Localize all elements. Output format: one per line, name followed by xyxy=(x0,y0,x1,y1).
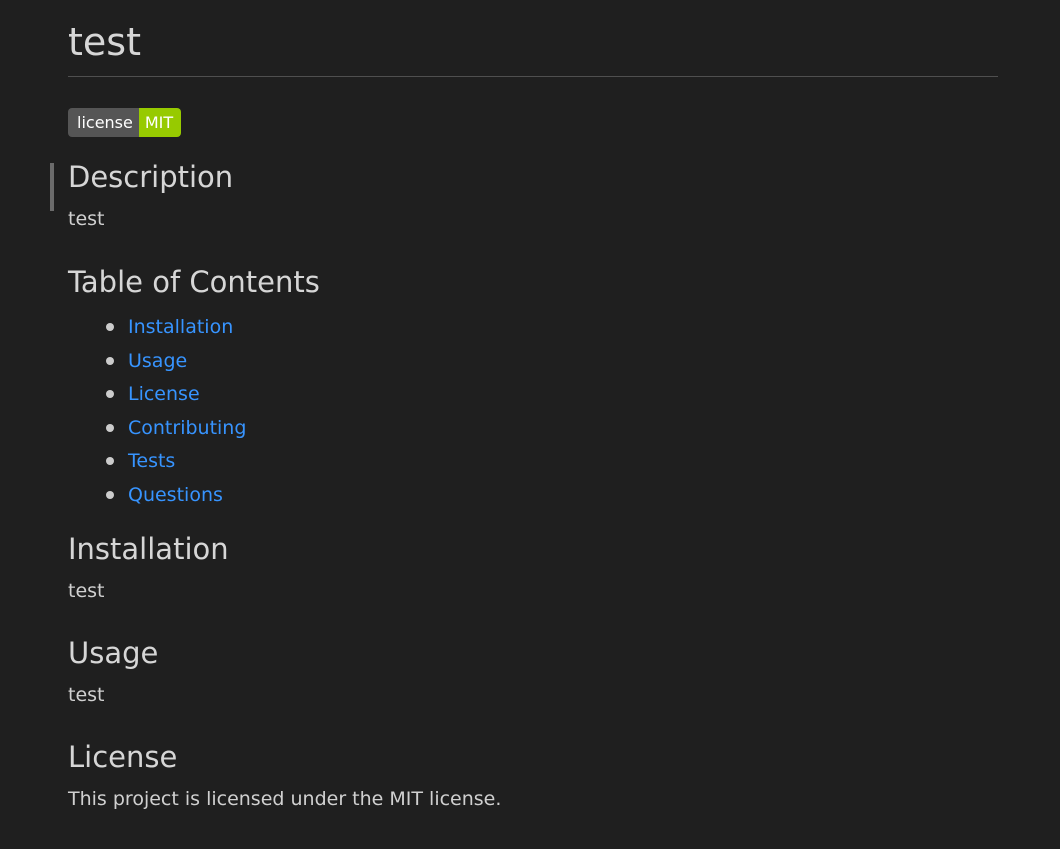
toc-link-questions[interactable]: Questions xyxy=(128,484,223,506)
license-badge-label: license xyxy=(68,108,139,137)
toc-link-tests[interactable]: Tests xyxy=(128,450,175,472)
toc-link-contributing[interactable]: Contributing xyxy=(128,417,246,439)
license-heading: License xyxy=(68,739,178,774)
license-text: This project is licensed under the MIT l… xyxy=(68,787,502,810)
license-badge[interactable]: license MIT xyxy=(68,108,182,137)
installation-heading: Installation xyxy=(68,531,229,566)
page-title: test xyxy=(68,20,141,64)
markdown-preview: test license MIT Description test Table … xyxy=(68,0,998,811)
list-item: Contributing xyxy=(106,414,998,448)
toc-link-installation[interactable]: Installation xyxy=(128,316,233,338)
description-heading: Description xyxy=(68,160,234,194)
bullet-icon xyxy=(106,457,114,466)
usage-heading: Usage xyxy=(68,635,159,670)
bullet-icon xyxy=(106,356,114,365)
toc-link-usage[interactable]: Usage xyxy=(128,350,187,372)
description-text: test xyxy=(68,208,105,230)
bullet-icon xyxy=(106,390,114,399)
title-divider xyxy=(68,76,998,77)
bullet-icon xyxy=(106,423,114,432)
bullet-icon xyxy=(106,323,114,331)
list-item: Tests xyxy=(106,447,998,481)
usage-text: test xyxy=(68,683,105,706)
list-item: Questions xyxy=(106,481,998,515)
toc-list: Installation Usage License Contributing … xyxy=(68,313,998,515)
list-item: License xyxy=(106,380,998,414)
toc-link-license[interactable]: License xyxy=(128,383,200,405)
installation-text: test xyxy=(68,579,105,602)
bullet-icon xyxy=(106,490,114,499)
list-item: Installation xyxy=(106,313,998,347)
list-item: Usage xyxy=(106,347,998,381)
toc-heading: Table of Contents xyxy=(68,265,320,299)
active-section-indicator xyxy=(50,163,54,211)
license-badge-value: MIT xyxy=(138,108,182,137)
